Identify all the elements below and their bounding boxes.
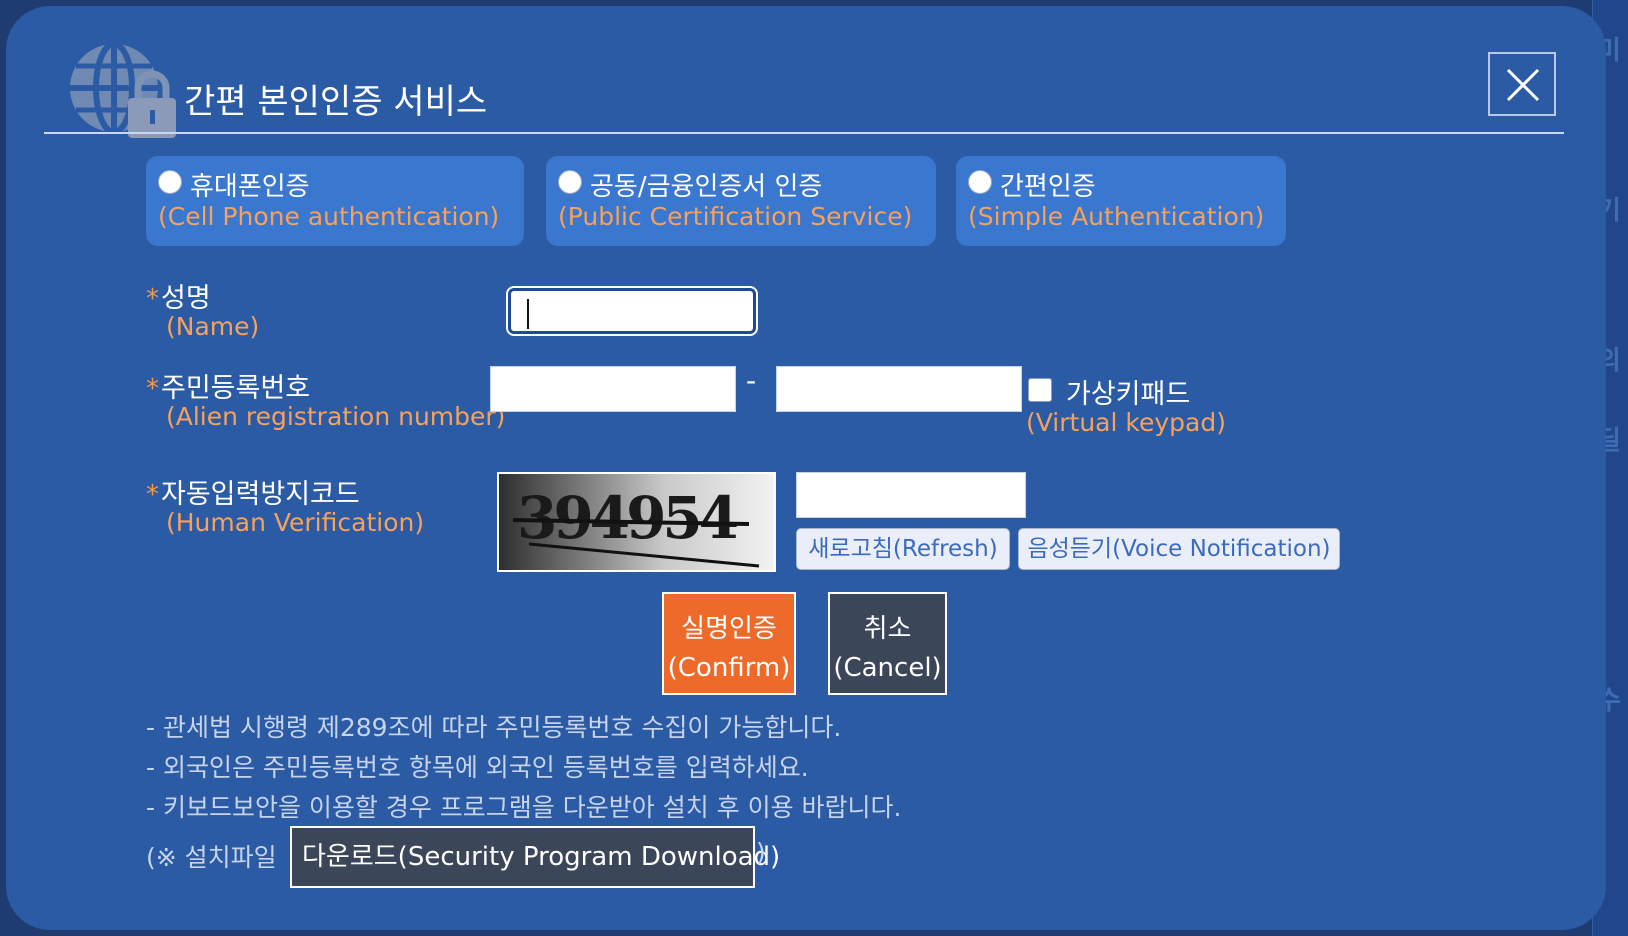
name-input[interactable]	[508, 288, 756, 334]
globe-lock-icon	[70, 42, 176, 138]
confirm-sublabel: (Confirm)	[667, 653, 791, 683]
captcha-noise-lines	[512, 518, 760, 568]
notice-line: - 관세법 시행령 제289조에 따라 주민등록번호 수집이 가능합니다.	[146, 713, 842, 742]
registration-sublabel: (Alien registration number)	[166, 402, 506, 431]
auth-option-public-cert[interactable]: 공동/금융인증서 인증 (Public Certification Servic…	[546, 156, 936, 246]
download-button[interactable]: 다운로드(Security Program Download)	[290, 826, 780, 888]
text-caret	[527, 299, 529, 329]
name-sublabel: (Name)	[166, 312, 260, 341]
auth-option-simple[interactable]: 간편인증 (Simple Authentication)	[956, 156, 1286, 246]
captcha-label: *자동입력방지코드	[146, 479, 360, 510]
registration-input-back[interactable]	[776, 366, 1022, 412]
registration-label: *주민등록번호	[146, 373, 311, 404]
voice-button[interactable]: 음성듣기(Voice Notification)	[1018, 528, 1340, 570]
auth-option-label: 공동/금융인증서 인증	[590, 172, 823, 202]
auth-option-label: 간편인증	[1000, 172, 1096, 202]
radio-button[interactable]	[968, 170, 992, 194]
notice-line: - 키보드보안을 이용할 경우 프로그램을 다운받아 설치 후 이용 바랍니다.	[146, 793, 902, 822]
notice-line: - 외국인은 주민등록번호 항목에 외국인 등록번호를 입력하세요.	[146, 753, 809, 782]
title-divider	[44, 132, 1564, 134]
radio-button[interactable]	[158, 170, 182, 194]
captcha-sublabel: (Human Verification)	[166, 508, 425, 537]
refresh-button[interactable]: 새로고침(Refresh)	[796, 528, 1010, 570]
captcha-image: 394954	[497, 472, 776, 572]
required-mark: *	[146, 480, 159, 510]
auth-option-sublabel: (Cell Phone authentication)	[158, 202, 500, 231]
virtual-keypad-sublabel: (Virtual keypad)	[1026, 408, 1226, 437]
cancel-sublabel: (Cancel)	[833, 653, 942, 683]
virtual-keypad-checkbox[interactable]	[1028, 378, 1052, 402]
name-label: *성명	[146, 283, 211, 314]
virtual-keypad-label: 가상키패드	[1066, 379, 1191, 410]
download-suffix: )	[756, 838, 766, 867]
required-mark: *	[146, 284, 159, 314]
auth-option-cell-phone[interactable]: 휴대폰인증 (Cell Phone authentication)	[146, 156, 524, 246]
close-button[interactable]	[1488, 52, 1556, 116]
confirm-button[interactable]: 실명인증 (Confirm)	[662, 592, 796, 695]
dialog-title: 간편 본인인증 서비스	[184, 82, 488, 122]
auth-option-label: 휴대폰인증	[190, 172, 310, 202]
cancel-button[interactable]: 취소 (Cancel)	[828, 592, 947, 695]
registration-input-front[interactable]	[490, 366, 736, 412]
radio-button[interactable]	[558, 170, 582, 194]
registration-separator: -	[746, 364, 757, 397]
close-icon	[1506, 68, 1540, 102]
auth-option-sublabel: (Public Certification Service)	[558, 202, 913, 231]
download-prefix: (※ 설치파일	[146, 843, 277, 872]
cancel-label: 취소	[863, 614, 912, 644]
auth-option-sublabel: (Simple Authentication)	[968, 202, 1265, 231]
required-mark: *	[146, 374, 159, 404]
captcha-input[interactable]	[796, 472, 1026, 518]
confirm-label: 실명인증	[681, 614, 777, 644]
